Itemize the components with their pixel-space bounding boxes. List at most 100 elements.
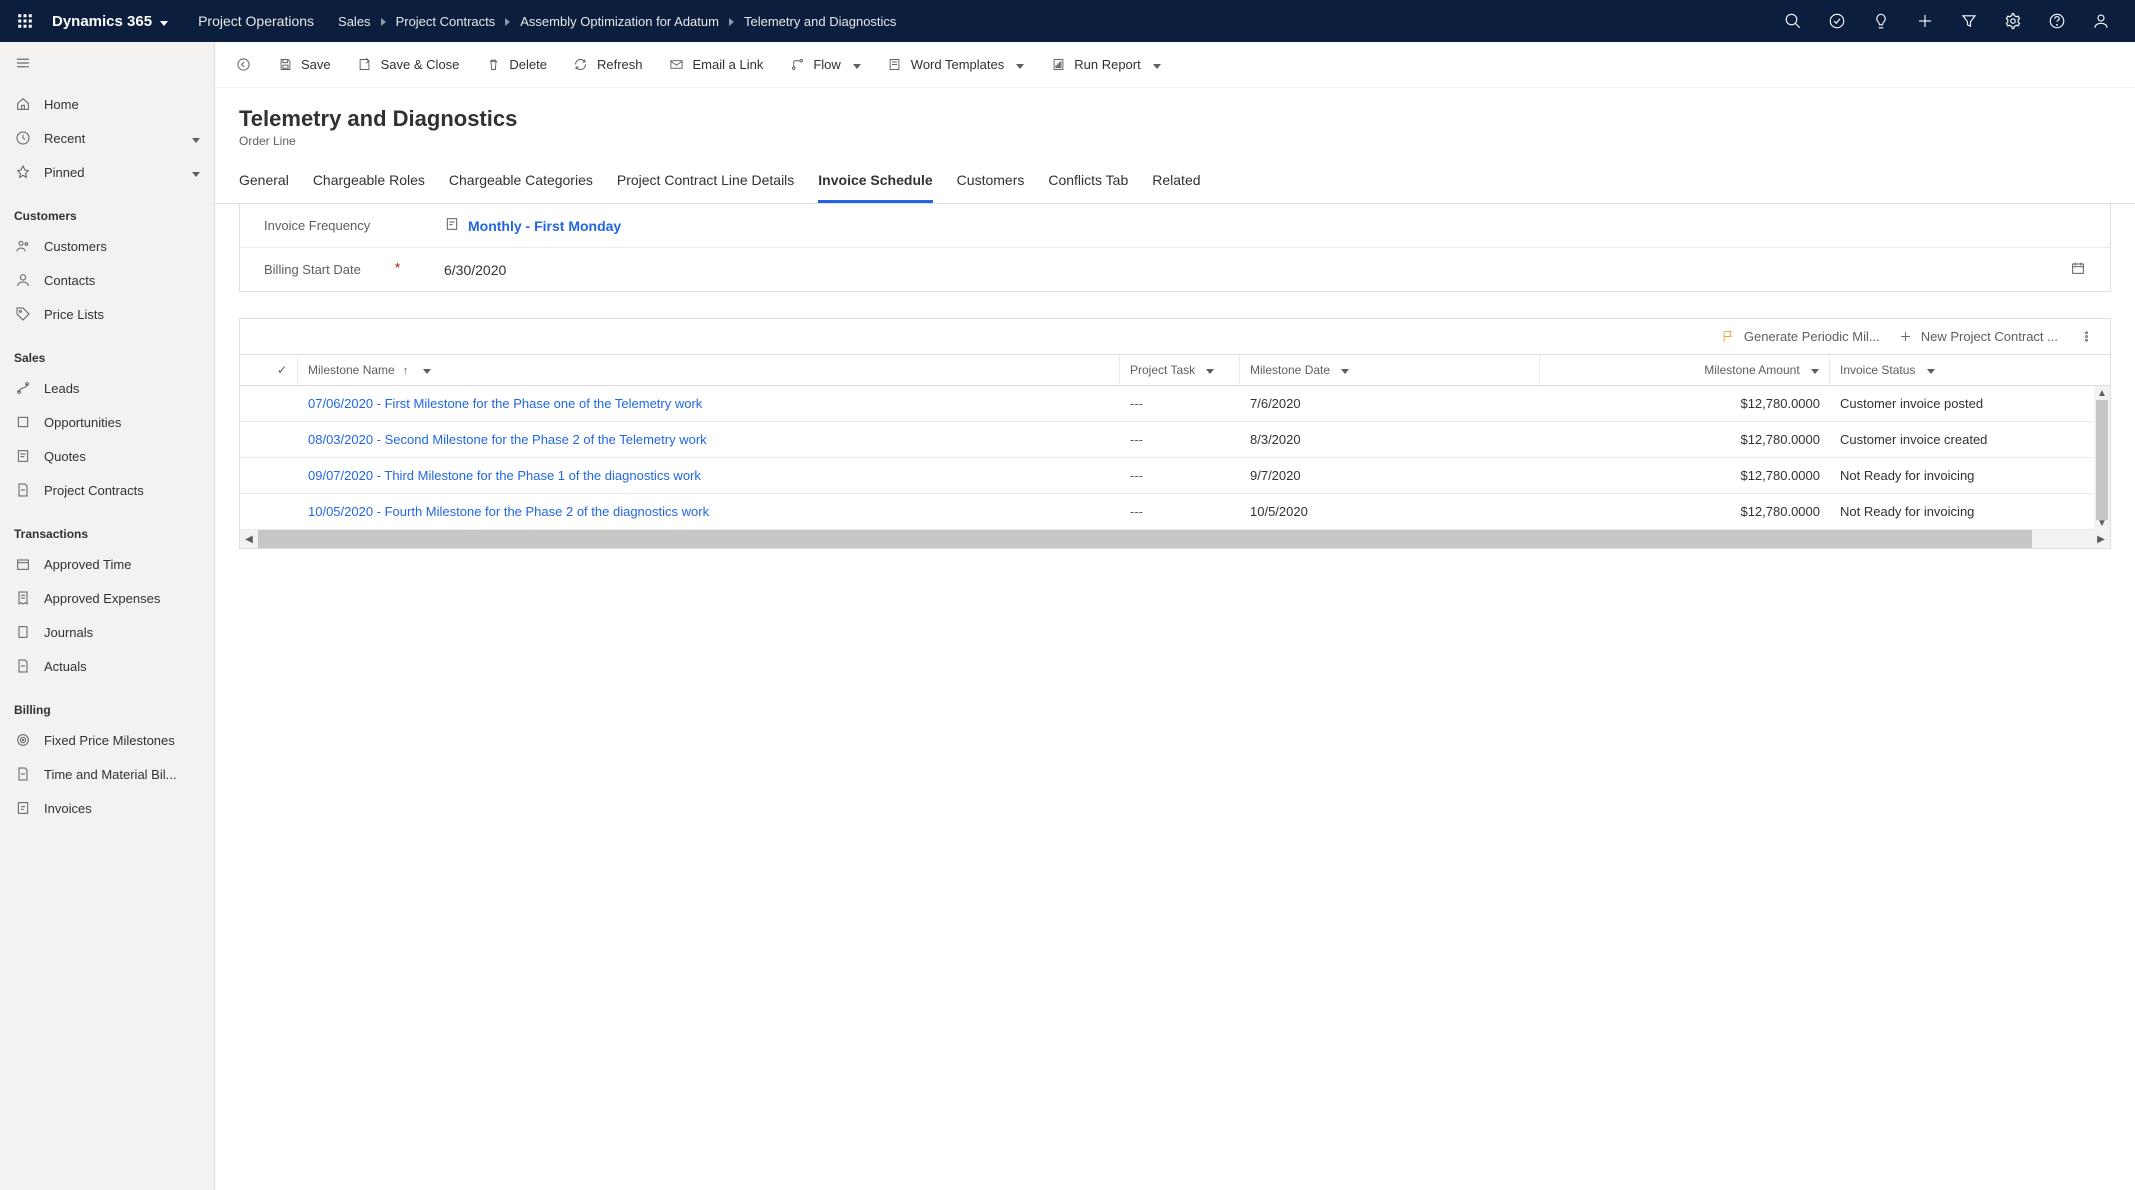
gear-icon[interactable] xyxy=(1995,0,2031,42)
sidebar-item-label: Journals xyxy=(44,625,200,640)
cell-milestone-date: 8/3/2020 xyxy=(1240,422,1540,457)
bulb-icon[interactable] xyxy=(1863,0,1899,42)
calendar-icon[interactable] xyxy=(2070,260,2086,279)
cell-invoice-status: Not Ready for invoicing xyxy=(1830,458,2110,493)
breadcrumb-item[interactable]: Sales xyxy=(334,14,375,29)
brand-dropdown[interactable]: Dynamics 365 xyxy=(42,13,178,30)
cell-milestone-date: 7/6/2020 xyxy=(1240,386,1540,421)
row-checkbox[interactable] xyxy=(240,430,298,450)
sidebar-item-customers[interactable]: Customers xyxy=(0,229,214,263)
field-value-date[interactable]: 6/30/2020 xyxy=(444,260,2086,279)
tab-related[interactable]: Related xyxy=(1152,166,1200,203)
tab-invoice-schedule[interactable]: Invoice Schedule xyxy=(818,166,932,203)
assistant-icon[interactable] xyxy=(1819,0,1855,42)
content-area: Save Save & Close Delete Refresh Email a… xyxy=(215,42,2135,1190)
horizontal-scrollbar[interactable]: ◀ ▶ xyxy=(240,530,2110,548)
breadcrumb-item[interactable]: Assembly Optimization for Adatum xyxy=(516,14,723,29)
sidebar-item-time-and-material-bil-[interactable]: Time and Material Bil... xyxy=(0,757,214,791)
sidebar-item-actuals[interactable]: Actuals xyxy=(0,649,214,683)
row-checkbox[interactable] xyxy=(240,502,298,522)
sidebar-item-approved-time[interactable]: Approved Time xyxy=(0,547,214,581)
save-button[interactable]: Save xyxy=(265,51,343,79)
doc-icon xyxy=(14,657,32,675)
delete-button[interactable]: Delete xyxy=(473,51,559,79)
sidebar-item-quotes[interactable]: Quotes xyxy=(0,439,214,473)
cell-milestone-amount: $12,780.0000 xyxy=(1540,422,1830,457)
generate-periodic-button[interactable]: Generate Periodic Mil... xyxy=(1721,329,1880,344)
cell-milestone-date: 9/7/2020 xyxy=(1240,458,1540,493)
flow-button[interactable]: Flow xyxy=(777,51,872,79)
sidebar-item-invoices[interactable]: Invoices xyxy=(0,791,214,825)
tab-chargeable-categories[interactable]: Chargeable Categories xyxy=(449,166,593,203)
grid-section: Generate Periodic Mil... New Project Con… xyxy=(239,318,2111,549)
lead-icon xyxy=(14,379,32,397)
tab-conflicts-tab[interactable]: Conflicts Tab xyxy=(1048,166,1128,203)
cell-invoice-status: Not Ready for invoicing xyxy=(1830,494,2110,529)
field-label: Invoice Frequency xyxy=(264,218,444,233)
tab-customers[interactable]: Customers xyxy=(957,166,1025,203)
column-invoice-status[interactable]: Invoice Status xyxy=(1830,355,2110,385)
vertical-scrollbar[interactable]: ▲ ▼ xyxy=(2094,386,2110,530)
run-report-button[interactable]: Run Report xyxy=(1038,51,1172,79)
row-checkbox[interactable] xyxy=(240,394,298,414)
sidebar-group-title: Billing xyxy=(0,683,214,723)
help-icon[interactable] xyxy=(2039,0,2075,42)
cell-milestone-name[interactable]: 10/05/2020 - Fourth Milestone for the Ph… xyxy=(298,494,1120,529)
chevron-down-icon xyxy=(160,13,168,30)
sidebar-item-journals[interactable]: Journals xyxy=(0,615,214,649)
word-templates-button[interactable]: Word Templates xyxy=(875,51,1036,79)
tab-chargeable-roles[interactable]: Chargeable Roles xyxy=(313,166,425,203)
sidebar-item-pinned[interactable]: Pinned xyxy=(0,155,214,189)
table-row[interactable]: 10/05/2020 - Fourth Milestone for the Ph… xyxy=(240,494,2110,530)
table-row[interactable]: 07/06/2020 - First Milestone for the Pha… xyxy=(240,386,2110,422)
back-button[interactable] xyxy=(223,51,263,79)
field-value-link[interactable]: Monthly - First Monday xyxy=(444,216,2086,235)
column-project-task[interactable]: Project Task xyxy=(1120,355,1240,385)
quote-icon xyxy=(14,447,32,465)
save-close-button[interactable]: Save & Close xyxy=(345,51,472,79)
chevron-down-icon xyxy=(853,57,861,72)
sidebar-item-leads[interactable]: Leads xyxy=(0,371,214,405)
new-project-contract-button[interactable]: New Project Contract ... xyxy=(1898,329,2058,344)
user-icon[interactable] xyxy=(2083,0,2119,42)
sidebar-item-price-lists[interactable]: Price Lists xyxy=(0,297,214,331)
sidebar-item-label: Home xyxy=(44,97,200,112)
row-checkbox[interactable] xyxy=(240,466,298,486)
filter-icon[interactable] xyxy=(1951,0,1987,42)
sidebar-item-approved-expenses[interactable]: Approved Expenses xyxy=(0,581,214,615)
email-link-button[interactable]: Email a Link xyxy=(657,51,776,79)
brand-name: Dynamics 365 xyxy=(52,13,152,30)
sidebar-item-opportunities[interactable]: Opportunities xyxy=(0,405,214,439)
sidebar-item-label: Leads xyxy=(44,381,200,396)
pin-icon xyxy=(14,163,32,181)
page-title: Telemetry and Diagnostics xyxy=(239,106,2111,132)
refresh-button[interactable]: Refresh xyxy=(561,51,655,79)
add-icon[interactable] xyxy=(1907,0,1943,42)
field-label: Billing Start Date* xyxy=(264,262,444,277)
column-milestone-date[interactable]: Milestone Date xyxy=(1240,355,1540,385)
column-select-all[interactable]: ✓ xyxy=(240,355,298,385)
more-commands-button[interactable] xyxy=(2076,329,2096,344)
tab-general[interactable]: General xyxy=(239,166,289,203)
breadcrumb-item[interactable]: Telemetry and Diagnostics xyxy=(740,14,900,29)
cell-milestone-name[interactable]: 08/03/2020 - Second Milestone for the Ph… xyxy=(298,422,1120,457)
app-launcher-icon[interactable] xyxy=(8,12,42,30)
cell-milestone-name[interactable]: 09/07/2020 - Third Milestone for the Pha… xyxy=(298,458,1120,493)
sidebar-item-project-contracts[interactable]: Project Contracts xyxy=(0,473,214,507)
table-row[interactable]: 08/03/2020 - Second Milestone for the Ph… xyxy=(240,422,2110,458)
column-milestone-amount[interactable]: Milestone Amount xyxy=(1540,355,1830,385)
sidebar-item-recent[interactable]: Recent xyxy=(0,121,214,155)
sidebar-item-contacts[interactable]: Contacts xyxy=(0,263,214,297)
sidebar-item-label: Time and Material Bil... xyxy=(44,767,200,782)
sidebar-item-home[interactable]: Home xyxy=(0,87,214,121)
cell-milestone-name[interactable]: 07/06/2020 - First Milestone for the Pha… xyxy=(298,386,1120,421)
table-row[interactable]: 09/07/2020 - Third Milestone for the Pha… xyxy=(240,458,2110,494)
tab-project-contract-line-details[interactable]: Project Contract Line Details xyxy=(617,166,794,203)
sidebar-item-fixed-price-milestones[interactable]: Fixed Price Milestones xyxy=(0,723,214,757)
hamburger-icon[interactable] xyxy=(0,48,214,87)
grid-header: ✓ Milestone Name Project Task Milestone … xyxy=(240,354,2110,386)
breadcrumb-item[interactable]: Project Contracts xyxy=(392,14,500,29)
grid-toolbar: Generate Periodic Mil... New Project Con… xyxy=(240,319,2110,354)
search-icon[interactable] xyxy=(1775,0,1811,42)
column-milestone-name[interactable]: Milestone Name xyxy=(298,355,1120,385)
